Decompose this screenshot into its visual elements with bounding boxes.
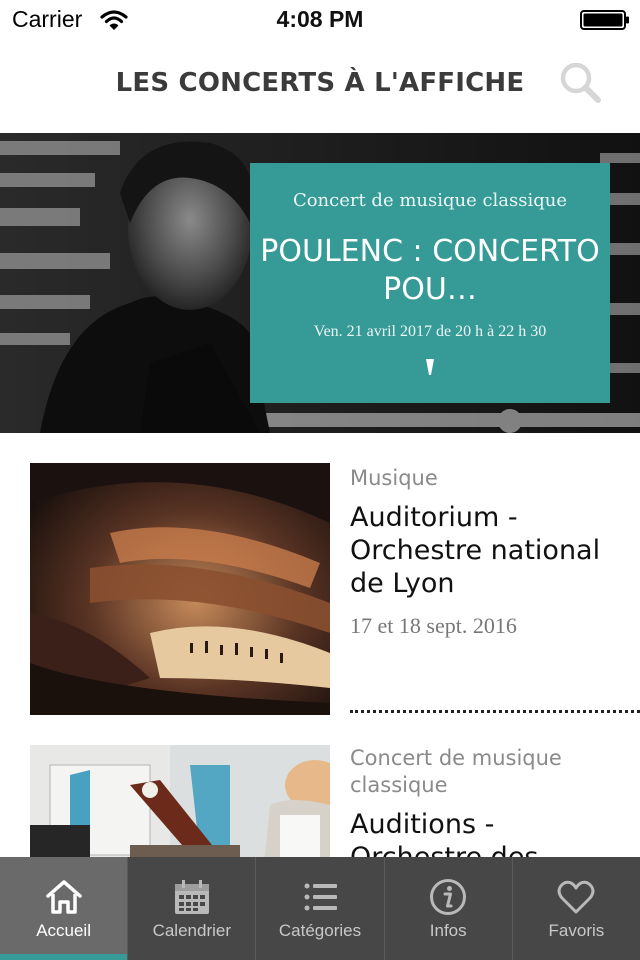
tab-favorites[interactable]: Favoris (513, 857, 640, 960)
event-category: Concert de musique classique (350, 746, 562, 797)
app-header: LES CONCERTS À L'AFFICHE (0, 40, 640, 133)
event-date: 17 et 18 sept. 2016 (350, 613, 517, 638)
tab-home[interactable]: Accueil (0, 857, 129, 960)
featured-date: Ven. 21 avril 2017 de 20 h à 22 h 30 (313, 323, 547, 340)
event-category: Musique (350, 466, 438, 490)
search-icon[interactable] (558, 60, 604, 106)
tab-categories[interactable]: Catégories (256, 857, 385, 960)
divider (350, 710, 640, 713)
tab-label: Infos (429, 921, 467, 940)
calendar-icon (174, 880, 209, 914)
list-icon (304, 883, 337, 911)
list-item[interactable]: Musique Auditorium - Orchestre national … (0, 463, 640, 715)
status-time: 4:08 PM (276, 6, 364, 32)
info-icon (430, 879, 467, 915)
page-title: LES CONCERTS À L'AFFICHE (115, 68, 525, 98)
event-title: Auditorium - Orchestre national de Lyon (350, 502, 601, 599)
battery-icon (580, 10, 629, 30)
featured-event-card[interactable]: Concert de musique classique POULENC : C… (250, 163, 610, 403)
status-bar: Carrier 4:08 PM (0, 0, 640, 40)
home-icon (45, 880, 82, 914)
tab-bar: Accueil Calendrier Catégories Infos Favo… (0, 857, 640, 960)
tab-label: Favoris (548, 921, 605, 940)
event-title: Auditions - Orchestre des (350, 809, 539, 857)
event-thumbnail (30, 463, 330, 715)
tab-label: Catégories (278, 921, 362, 940)
page-indicator-icon (426, 359, 434, 375)
tab-calendar[interactable]: Calendrier (128, 857, 257, 960)
featured-title: POULENC : CONCERTO POU… (260, 234, 600, 307)
event-thumbnail (30, 745, 330, 857)
list-item[interactable]: Concert de musique classique Auditions -… (0, 745, 640, 857)
featured-category: Concert de musique classique (292, 190, 568, 211)
tab-label: Calendrier (152, 921, 232, 940)
heart-icon (557, 880, 595, 914)
featured-banner[interactable]: Concert de musique classique POULENC : C… (0, 133, 640, 433)
tab-info[interactable]: Infos (385, 857, 513, 960)
tab-label: Accueil (36, 921, 91, 940)
